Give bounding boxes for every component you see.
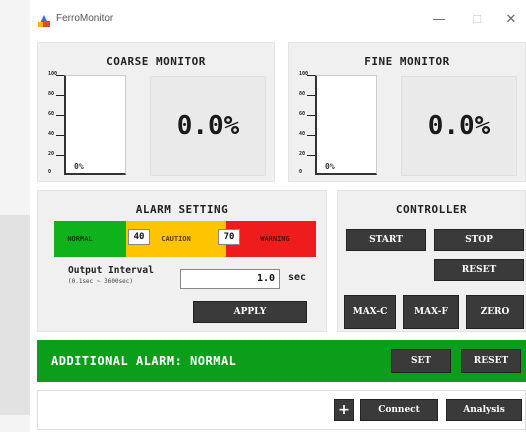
coarse-level-gauge: 100 80 60 40 20 0 0% bbox=[48, 71, 136, 181]
coarse-tick-label: 100 bbox=[48, 71, 58, 77]
coarse-tick-label: 20 bbox=[48, 151, 55, 157]
normal-zone: NORMAL bbox=[54, 221, 126, 257]
output-interval-input[interactable]: 1.0 bbox=[180, 269, 280, 289]
fine-level-gauge: 100 80 60 40 20 0 0% bbox=[299, 71, 387, 181]
bottom-toolbar: + Connect Analysis bbox=[37, 390, 526, 430]
additional-alarm-status: ADDITIONAL ALARM: NORMAL bbox=[51, 354, 237, 368]
warning-zone-label: WARNING bbox=[260, 235, 290, 243]
start-button[interactable]: START bbox=[346, 229, 426, 251]
coarse-tick bbox=[56, 75, 64, 76]
additional-alarm-bar: ADDITIONAL ALARM: NORMAL SET RESET bbox=[37, 340, 526, 382]
zero-button[interactable]: ZERO bbox=[466, 295, 524, 329]
coarse-readout: 0.0% bbox=[150, 76, 266, 176]
desktop-shadow bbox=[0, 215, 34, 415]
fine-tick bbox=[307, 115, 315, 116]
fine-tick-label: 80 bbox=[299, 91, 306, 97]
alarm-setting-title: ALARM SETTING bbox=[135, 203, 229, 216]
normal-zone-label: NORMAL bbox=[67, 235, 93, 243]
window-title: FerroMonitor bbox=[56, 13, 114, 24]
caution-threshold-input[interactable]: 40 bbox=[128, 229, 150, 245]
alarm-level-bar: NORMAL CAUTION WARNING bbox=[54, 221, 316, 257]
fine-tick bbox=[307, 135, 315, 136]
coarse-monitor-title: COARSE MONITOR bbox=[106, 55, 206, 68]
coarse-tick bbox=[56, 135, 64, 136]
max-fine-button[interactable]: MAX-F bbox=[403, 295, 459, 329]
controller-panel: CONTROLLER START STOP RESET MAX-C MAX-F … bbox=[337, 190, 526, 332]
fine-tick-label: 40 bbox=[299, 131, 306, 137]
coarse-tick-label: 0 bbox=[48, 169, 52, 175]
coarse-tick-label: 60 bbox=[48, 111, 55, 117]
fine-tick-label: 60 bbox=[299, 111, 306, 117]
analysis-button[interactable]: Analysis bbox=[446, 399, 522, 421]
connect-button[interactable]: Connect bbox=[360, 399, 438, 421]
close-icon[interactable]: ✕ bbox=[496, 8, 526, 32]
alarm-set-button[interactable]: SET bbox=[391, 349, 451, 373]
output-interval-unit: sec bbox=[288, 272, 307, 283]
warning-threshold-input[interactable]: 70 bbox=[218, 229, 240, 245]
add-button[interactable]: + bbox=[334, 399, 354, 421]
fine-monitor-title: FINE MONITOR bbox=[364, 55, 450, 68]
alarm-setting-panel: ALARM SETTING NORMAL CAUTION WARNING 40 … bbox=[37, 190, 327, 332]
coarse-tick-label: 80 bbox=[48, 91, 55, 97]
coarse-tick-label: 40 bbox=[48, 131, 55, 137]
fine-monitor-panel: FINE MONITOR 100 80 60 40 20 0 0% 0.0% bbox=[288, 42, 526, 182]
fine-readout: 0.0% bbox=[401, 76, 517, 176]
reset-button[interactable]: RESET bbox=[434, 259, 524, 281]
fine-tick bbox=[307, 75, 315, 76]
fine-gauge-scale: 100 80 60 40 20 0 bbox=[299, 71, 315, 175]
controller-title: CONTROLLER bbox=[395, 203, 468, 216]
alarm-reset-button[interactable]: RESET bbox=[461, 349, 521, 373]
app-logo-icon bbox=[38, 15, 50, 27]
fine-bar-label: 0% bbox=[325, 162, 335, 171]
fine-tick-label: 0 bbox=[299, 169, 303, 175]
fine-tick bbox=[307, 95, 315, 96]
minimize-icon[interactable]: — bbox=[424, 8, 454, 32]
fine-level-bar bbox=[315, 75, 377, 175]
fine-tick bbox=[307, 155, 315, 156]
coarse-tick bbox=[56, 115, 64, 116]
output-interval-label: Output Interval bbox=[68, 265, 154, 276]
coarse-tick bbox=[56, 155, 64, 156]
caution-zone-label: CAUTION bbox=[161, 235, 191, 243]
maximize-icon[interactable]: ☐ bbox=[462, 8, 492, 32]
coarse-monitor-panel: COARSE MONITOR 100 80 60 40 20 0 0% 0.0% bbox=[37, 42, 275, 182]
output-interval-hint: (0.1sec ~ 3600sec) bbox=[68, 278, 134, 285]
fine-tick-label: 20 bbox=[299, 151, 306, 157]
coarse-bar-label: 0% bbox=[74, 162, 84, 171]
title-bar[interactable]: FerroMonitor — ☐ ✕ bbox=[30, 0, 526, 40]
apply-button[interactable]: APPLY bbox=[193, 301, 307, 323]
fine-tick-label: 100 bbox=[299, 71, 309, 77]
stop-button[interactable]: STOP bbox=[434, 229, 524, 251]
coarse-level-bar bbox=[64, 75, 126, 175]
coarse-gauge-scale: 100 80 60 40 20 0 bbox=[48, 71, 64, 175]
coarse-tick bbox=[56, 95, 64, 96]
max-coarse-button[interactable]: MAX-C bbox=[344, 295, 396, 329]
app-window: FerroMonitor — ☐ ✕ COARSE MONITOR 100 80… bbox=[30, 0, 526, 432]
